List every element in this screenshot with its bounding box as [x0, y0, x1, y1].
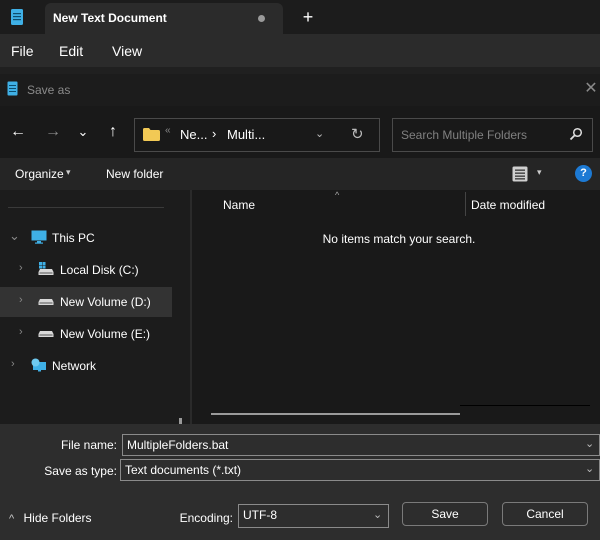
empty-message: No items match your search. — [322, 232, 476, 246]
divider — [8, 207, 164, 208]
file-list: Name ^ Date modified No items match your… — [192, 190, 600, 424]
windows-drive-icon — [38, 262, 54, 275]
chevron-down-icon[interactable]: ⌄ — [585, 462, 594, 475]
tab-title: New Text Document — [53, 11, 167, 25]
navigation-pane: ⌄ This PC › Local Disk (C:) › New Volume… — [0, 190, 190, 480]
expand-chevron-icon[interactable]: ⌄ — [9, 228, 20, 244]
address-overflow-icon[interactable]: « — [165, 125, 171, 136]
tab-new-text-document[interactable]: New Text Document — [45, 3, 283, 34]
notepad-icon — [11, 9, 23, 25]
tree-label: Local Disk (C:) — [60, 263, 139, 277]
view-options-icon[interactable] — [512, 166, 528, 182]
chevron-down-icon[interactable]: ⌄ — [373, 508, 382, 521]
chevron-up-icon: ^ — [9, 513, 15, 525]
tree-item-new-volume-e[interactable]: › New Volume (E:) — [0, 319, 172, 349]
monitor-icon — [31, 230, 47, 244]
expand-chevron-icon[interactable]: › — [19, 262, 23, 274]
save-as-dialog: Save as ✕ ← → ⌄ ↑ « Ne... › Multi... ⌄ ↻… — [0, 74, 600, 540]
navigation-bar: ← → ⌄ ↑ « Ne... › Multi... ⌄ ↻ — [0, 106, 600, 158]
column-header-date-modified[interactable]: Date modified — [471, 198, 545, 212]
file-name-label: File name: — [60, 438, 117, 452]
menu-edit[interactable]: Edit — [59, 43, 83, 59]
column-separator[interactable] — [465, 192, 466, 216]
divider — [460, 405, 590, 406]
dialog-title: Save as — [27, 83, 71, 97]
tree-item-local-disk-c[interactable]: › Local Disk (C:) — [0, 255, 172, 285]
sort-ascending-icon: ^ — [335, 190, 340, 200]
new-tab-button[interactable]: + — [296, 6, 320, 28]
tree-label: Network — [52, 359, 97, 373]
address-bar[interactable]: « Ne... › Multi... ⌄ ↻ — [134, 118, 380, 152]
organize-caret-icon[interactable]: ▾ — [66, 167, 71, 178]
menu-bar: File Edit View — [0, 34, 600, 67]
tree-item-this-pc[interactable]: ⌄ This PC — [0, 223, 172, 253]
cancel-button[interactable]: Cancel — [502, 502, 588, 526]
encoding-value: UTF-8 — [243, 508, 277, 522]
drive-icon — [38, 299, 54, 305]
search-input[interactable] — [401, 128, 561, 142]
new-folder-button[interactable]: New folder — [106, 167, 163, 181]
horizontal-scrollbar[interactable] — [211, 413, 460, 415]
dialog-titlebar: Save as ✕ — [0, 74, 600, 106]
folder-icon — [143, 128, 160, 141]
save-as-type-label: Save as type: — [44, 464, 117, 478]
tree-label: New Volume (D:) — [60, 295, 151, 309]
notepad-icon — [7, 81, 18, 96]
file-name-combobox[interactable]: ⌄ — [122, 434, 600, 456]
tab-bar: New Text Document + — [0, 0, 600, 34]
expand-chevron-icon[interactable]: › — [19, 326, 23, 338]
column-header-name[interactable]: Name — [223, 198, 255, 212]
close-icon[interactable]: ✕ — [582, 80, 600, 98]
tree-item-network[interactable]: › Network — [0, 351, 172, 381]
address-dropdown-icon[interactable]: ⌄ — [315, 127, 324, 140]
file-name-input[interactable] — [127, 438, 547, 452]
up-arrow-icon[interactable]: ↑ — [103, 122, 123, 142]
breadcrumb-segment[interactable]: Multi... — [227, 127, 265, 142]
save-as-type-value: Text documents (*.txt) — [125, 463, 242, 477]
command-toolbar: Organize ▾ New folder ▾ ? — [0, 158, 600, 190]
refresh-icon[interactable]: ↻ — [351, 125, 364, 143]
drive-icon — [38, 331, 54, 337]
hide-folders-label: Hide Folders — [23, 511, 92, 525]
breadcrumb-segment[interactable]: Ne... — [180, 127, 207, 142]
expand-chevron-icon[interactable]: › — [11, 358, 15, 370]
hide-folders-button[interactable]: ^ Hide Folders — [9, 511, 92, 525]
save-form: File name: ⌄ Save as type: Text document… — [0, 424, 600, 540]
search-icon[interactable] — [569, 127, 583, 141]
tree-item-new-volume-d[interactable]: › New Volume (D:) — [0, 287, 172, 317]
help-icon[interactable]: ? — [575, 165, 592, 182]
forward-arrow-icon[interactable]: → — [43, 122, 63, 142]
expand-chevron-icon[interactable]: › — [19, 294, 23, 306]
encoding-label: Encoding: — [179, 511, 233, 525]
back-arrow-icon[interactable]: ← — [8, 122, 28, 142]
network-icon — [31, 358, 46, 372]
save-as-type-select[interactable]: Text documents (*.txt) ⌄ — [120, 459, 600, 481]
search-box[interactable] — [392, 118, 593, 152]
tree-label: This PC — [52, 231, 95, 245]
view-caret-icon[interactable]: ▾ — [537, 167, 542, 178]
recent-locations-chevron-icon[interactable]: ⌄ — [73, 122, 93, 142]
tree-label: New Volume (E:) — [60, 327, 151, 341]
unsaved-dot-icon[interactable] — [258, 15, 265, 22]
chevron-down-icon[interactable]: ⌄ — [585, 437, 594, 450]
menu-view[interactable]: View — [112, 43, 142, 59]
organize-button[interactable]: Organize — [15, 167, 64, 181]
menu-file[interactable]: File — [11, 43, 34, 59]
breadcrumb-separator-icon[interactable]: › — [212, 126, 216, 141]
encoding-select[interactable]: UTF-8 ⌄ — [238, 504, 389, 528]
save-button[interactable]: Save — [402, 502, 488, 526]
